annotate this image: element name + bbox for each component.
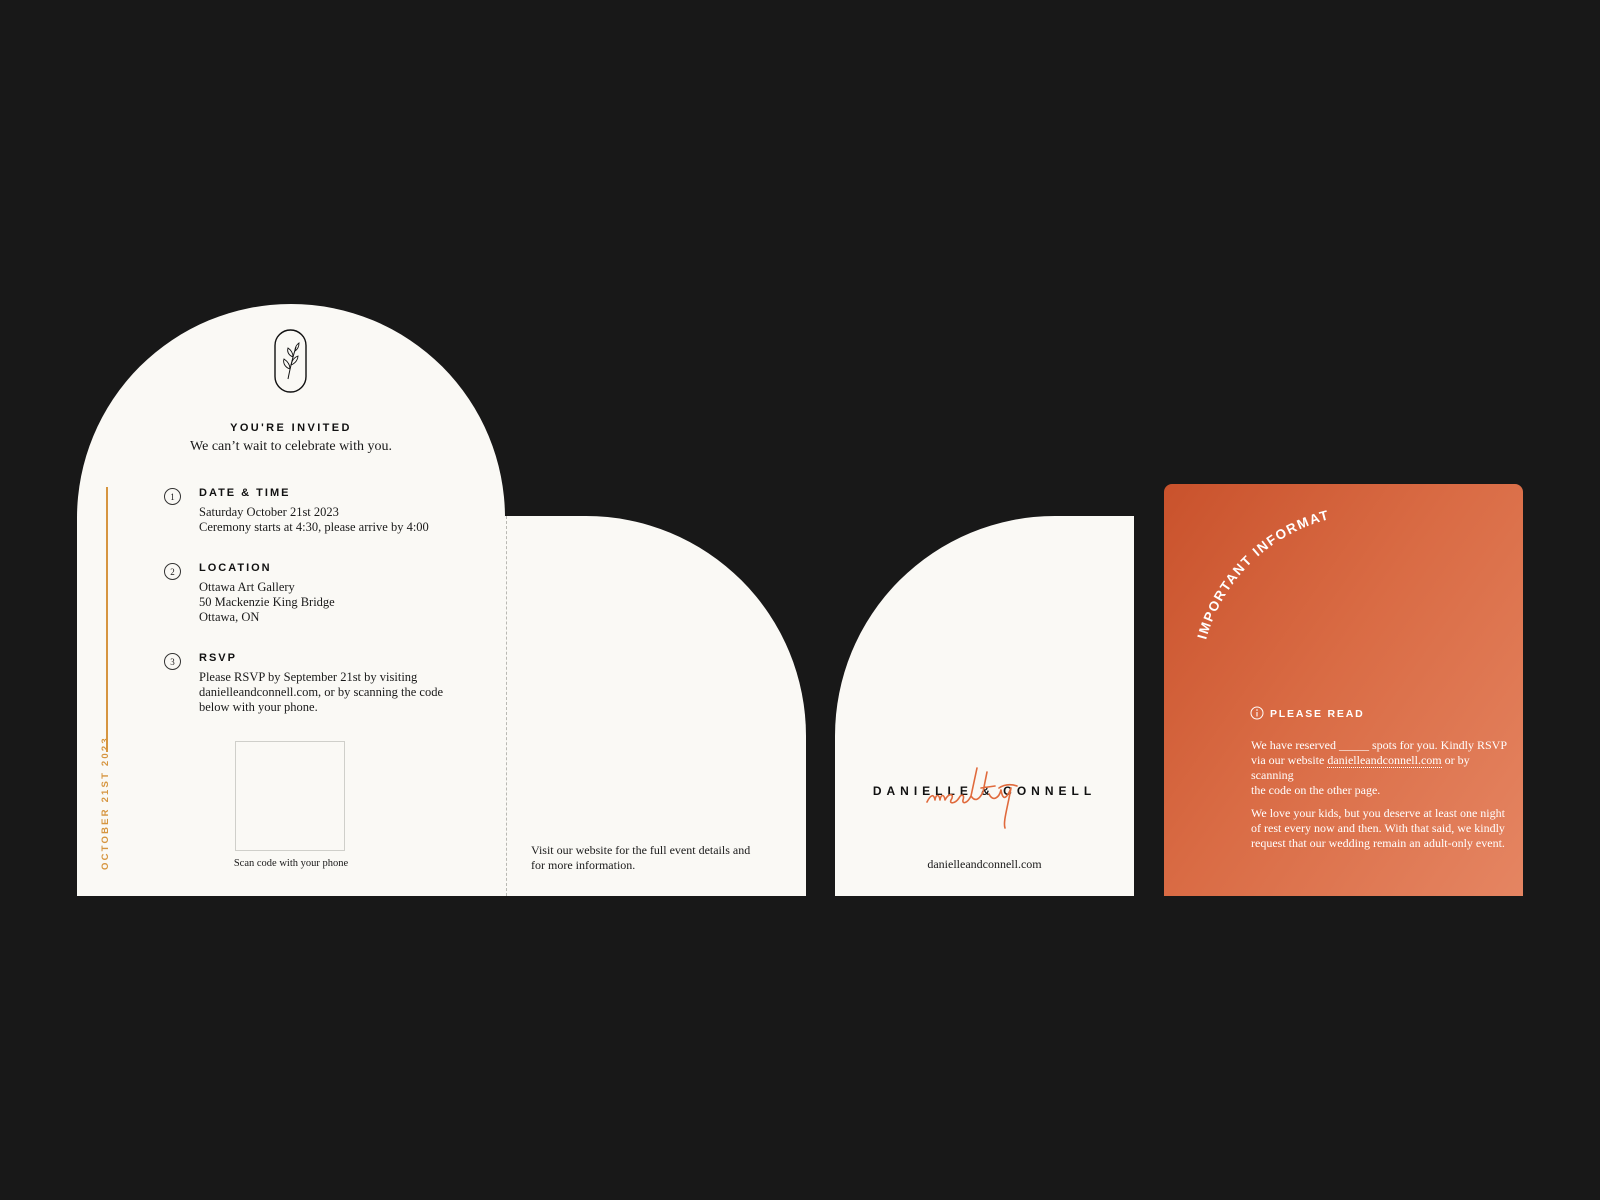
text-line: Please RSVP by September 21st by visitin…	[199, 670, 418, 684]
text-line: danielleandconnell.com, or by scanning t…	[199, 685, 444, 699]
invitation-heading: YOU'RE INVITED	[230, 422, 352, 434]
text-line: the code on the other page.	[1251, 783, 1381, 797]
website-url[interactable]: danielleandconnell.com	[835, 857, 1134, 872]
text-line: below with your phone.	[199, 700, 318, 714]
text-line: We love your kids, but you deserve at le…	[1251, 806, 1505, 820]
side-accent-line	[106, 487, 108, 752]
text-line: Ceremony starts at 4:30, please arrive b…	[199, 520, 429, 534]
section-body-rsvp: Please RSVP by September 21st by visitin…	[199, 670, 443, 715]
reserved-spots-blank: _____	[1338, 738, 1369, 752]
section-number-3: 3	[164, 653, 181, 670]
text-line: Visit our website for the full event det…	[531, 843, 751, 857]
text-line: Ottawa Art Gallery	[199, 580, 295, 594]
text-line: 50 Mackenzie King Bridge	[199, 595, 335, 609]
section-number-2: 2	[164, 563, 181, 580]
leaf-sprig-icon	[274, 329, 307, 393]
arc-title-text: IMPORTANT INFORMATION	[1164, 484, 1331, 641]
text-segment: spots for you. Kindly RSVP	[1368, 738, 1508, 752]
arc-title: IMPORTANT INFORMATION	[1158, 472, 1523, 684]
section-title-date-time: DATE & TIME	[199, 487, 291, 499]
section-number-1: 1	[164, 488, 181, 505]
website-info-panel	[505, 516, 806, 896]
side-date-label: OCTOBER 21ST 2023	[100, 736, 111, 870]
names-panel	[835, 516, 1134, 896]
qr-caption: Scan code with your phone	[233, 858, 349, 869]
info-paragraph-2: We love your kids, but you deserve at le…	[1251, 806, 1511, 851]
website-link[interactable]: danielleandconnell.com	[1327, 753, 1442, 768]
invitation-subheading: We can’t wait to celebrate with you.	[190, 439, 392, 454]
text-segment: via our website	[1251, 753, 1328, 767]
text-segment: We have reserved	[1251, 738, 1339, 752]
fold-line	[506, 516, 507, 896]
section-title-location: LOCATION	[199, 562, 272, 574]
text-line: of rest every now and then. With that sa…	[1251, 821, 1505, 835]
please-read-label: PLEASE READ	[1270, 708, 1365, 720]
section-title-rsvp: RSVP	[199, 652, 237, 664]
website-info-text: Visit our website for the full event det…	[531, 843, 750, 873]
section-body-date-time: Saturday October 21st 2023 Ceremony star…	[199, 505, 429, 535]
info-paragraph-1: We have reserved _____ spots for you. Ki…	[1251, 738, 1511, 798]
script-signature	[925, 758, 1035, 838]
text-line: Ottawa, ON	[199, 610, 260, 624]
text-line: request that our wedding remain an adult…	[1251, 836, 1505, 850]
section-body-location: Ottawa Art Gallery 50 Mackenzie King Bri…	[199, 580, 335, 625]
text-line: Saturday October 21st 2023	[199, 505, 339, 519]
info-icon	[1250, 706, 1264, 720]
qr-code-placeholder[interactable]	[235, 741, 345, 851]
text-line: for more information.	[531, 858, 636, 872]
